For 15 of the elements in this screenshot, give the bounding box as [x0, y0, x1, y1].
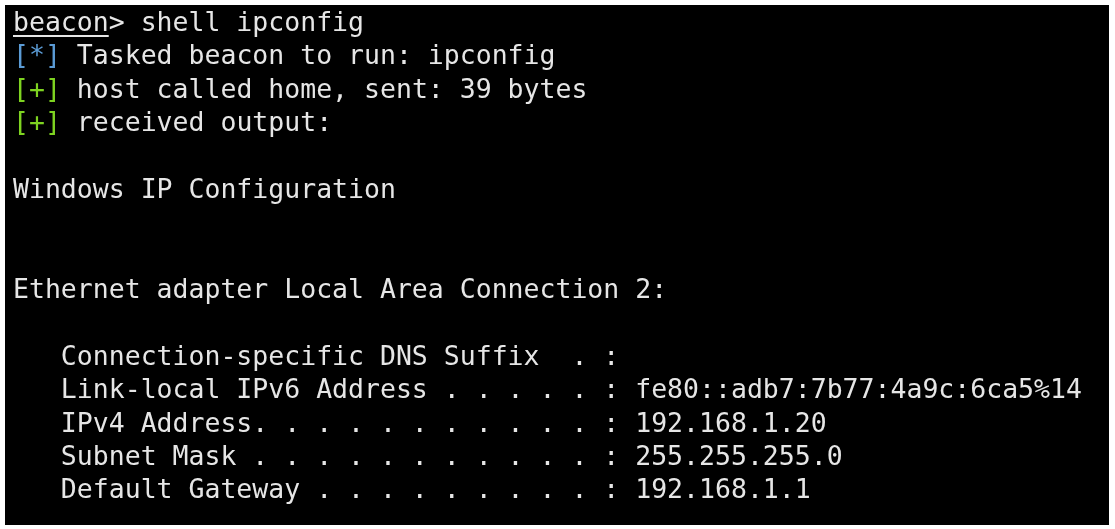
- output-text: Ethernet adapter Local Area Connection 2:: [13, 273, 668, 305]
- config-entry: IPv4 Address. . . . . . . . . . . : 192.168.1.20: [60, 406, 827, 438]
- status-text: Tasked beacon to run: ipconfig: [76, 39, 556, 71]
- config-entry: Link-local IPv6 Address . . . . . : fe80::adb7:7b77:4a9c:6ca5%14: [60, 373, 1082, 405]
- output-text: Windows IP Configuration: [13, 172, 396, 204]
- status-text: received output:: [76, 106, 333, 138]
- status-marker: [+]: [13, 106, 61, 138]
- status-text: host called home, sent: 39 bytes: [76, 72, 588, 104]
- config-entry: Default Gateway . . . . . . . . . : 192.168.1.1: [60, 473, 811, 505]
- prompt-label: beacon: [13, 6, 109, 37]
- config-entry: Subnet Mask . . . . . . . . . . . : 255.255.255.0: [60, 440, 843, 472]
- config-entry: Connection-specific DNS Suffix . :: [60, 339, 620, 371]
- command-text: > shell ipconfig: [108, 6, 364, 37]
- status-marker: [*]: [13, 39, 61, 71]
- status-marker: [+]: [13, 72, 61, 104]
